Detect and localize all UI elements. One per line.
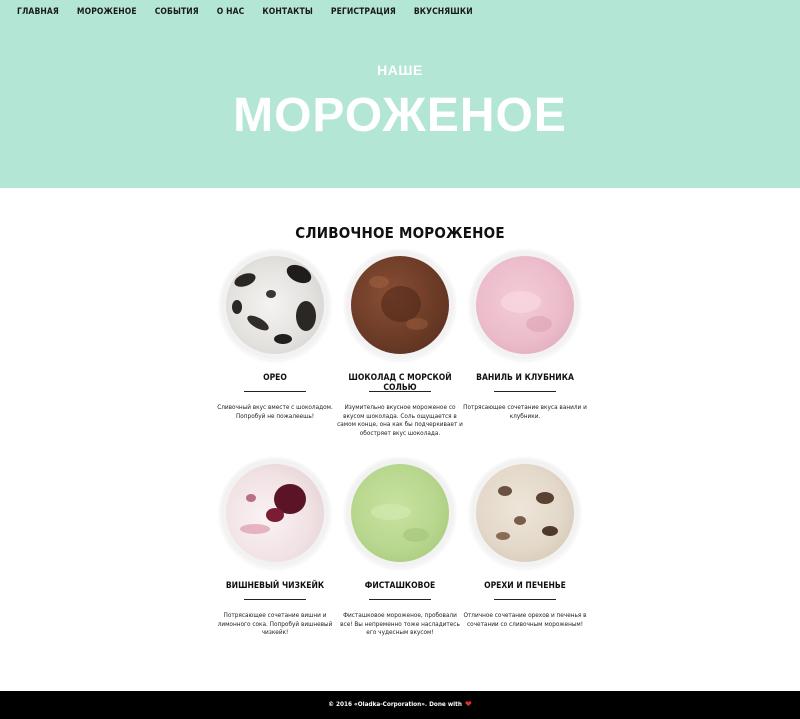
flavor-name: ВАНИЛЬ И КЛУБНИКА [476, 373, 574, 383]
flavor-description: Отличное сочетание орехов и печенья в со… [463, 611, 587, 628]
flavor-card-vanilla-strawberry: ВАНИЛЬ И КЛУБНИКА Потрясающее сочетание … [460, 251, 590, 420]
footer: © 2016 «Oladka-Corporation». Done with ❤ [0, 691, 800, 719]
hero-banner: ГЛАВНАЯ МОРОЖЕНОЕ СОБЫТИЯ О НАС КОНТАКТЫ… [0, 0, 800, 188]
flavor-description: Потрясающее сочетание вишни и лимонного … [217, 611, 333, 637]
flavor-name: ФИСТАШКОВОЕ [364, 581, 436, 591]
pistachio-ice-cream-image [346, 459, 454, 567]
footer-text: © 2016 «Oladka-Corporation». Done with ❤ [328, 700, 472, 710]
flavor-card-pistachio: ФИСТАШКОВОЕ Фисташковое мороженое, пробо… [335, 459, 465, 637]
section-title: СЛИВОЧНОЕ МОРОЖЕНОЕ [295, 224, 505, 242]
flavor-card-chocolate-sea-salt: ШОКОЛАД С МОРСКОЙ СОЛЬЮ Изумительно вкус… [335, 251, 465, 437]
flavor-card-oreo: ОРЕО Сливочный вкус вместе с шоколадом. … [210, 251, 340, 420]
flavor-description: Изумительно вкусное мороженое со вкусом … [337, 403, 463, 437]
divider [494, 391, 556, 392]
nav-item-ice-cream[interactable]: МОРОЖЕНОЕ [77, 7, 137, 17]
main-nav: ГЛАВНАЯ МОРОЖЕНОЕ СОБЫТИЯ О НАС КОНТАКТЫ… [17, 7, 491, 17]
divider [369, 599, 431, 600]
oreo-ice-cream-image [221, 251, 329, 359]
divider [494, 599, 556, 600]
chocolate-ice-cream-image [346, 251, 454, 359]
divider [244, 599, 306, 600]
heart-icon: ❤ [464, 700, 472, 710]
nav-item-contacts[interactable]: КОНТАКТЫ [262, 7, 312, 17]
cherry-cheesecake-ice-cream-image [221, 459, 329, 567]
copyright-text: © 2016 «Oladka-Corporation». Done with [328, 700, 462, 708]
hero-title: МОРОЖЕНОЕ [233, 89, 567, 142]
divider [244, 391, 306, 392]
flavor-card-nuts-cookies: ОРЕХИ И ПЕЧЕНЬЕ Отличное сочетание орехо… [460, 459, 590, 628]
flavor-description: Фисташковое мороженое, пробовали все! Вы… [340, 611, 460, 637]
flavor-description: Сливочный вкус вместе с шоколадом. Попро… [217, 403, 333, 420]
strawberry-ice-cream-image [471, 251, 579, 359]
flavor-name: ОРЕХИ И ПЕЧЕНЬЕ [484, 581, 566, 591]
flavor-card-cherry-cheesecake: ВИШНЕВЫЙ ЧИЗКЕЙК Потрясающее сочетание в… [210, 459, 340, 637]
flavor-name: ШОКОЛАД С МОРСКОЙ СОЛЬЮ [348, 373, 452, 393]
flavor-name: ВИШНЕВЫЙ ЧИЗКЕЙК [225, 581, 325, 591]
flavor-description: Потрясающее сочетание вкуса ванили и клу… [463, 403, 587, 420]
nav-item-about[interactable]: О НАС [217, 7, 245, 17]
hero-subtitle: НАШЕ [377, 62, 423, 78]
nav-item-home[interactable]: ГЛАВНАЯ [17, 7, 59, 17]
flavor-name: ОРЕО [263, 373, 287, 383]
nuts-cookies-ice-cream-image [471, 459, 579, 567]
nav-item-registration[interactable]: РЕГИСТРАЦИЯ [331, 7, 396, 17]
nav-item-events[interactable]: СОБЫТИЯ [155, 7, 199, 17]
nav-item-treats[interactable]: ВКУСНЯШКИ [414, 7, 473, 17]
